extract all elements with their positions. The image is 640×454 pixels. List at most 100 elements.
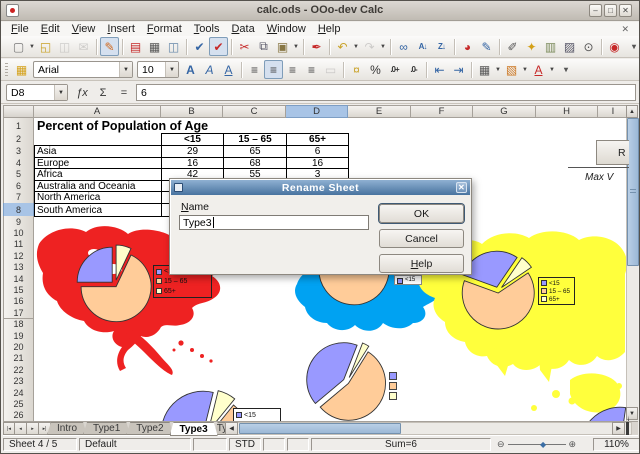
maximize-button[interactable]: □ bbox=[604, 4, 617, 17]
menu-tools[interactable]: Tools bbox=[188, 23, 226, 35]
menu-file[interactable]: File bbox=[5, 23, 35, 35]
increase-indent-icon[interactable]: ⇥ bbox=[449, 60, 468, 79]
copy-icon[interactable]: ⧉ bbox=[254, 37, 273, 56]
zoom-slider-track[interactable]: ◆ bbox=[508, 444, 566, 445]
underline-icon[interactable]: A bbox=[219, 60, 238, 79]
scroll-right-icon[interactable]: ▶ bbox=[612, 422, 625, 435]
toolbar-overflow-icon[interactable]: ▾ bbox=[556, 60, 575, 79]
chevron-down-icon[interactable]: ▼ bbox=[119, 62, 132, 77]
equals-icon[interactable]: = bbox=[115, 84, 133, 101]
menu-view[interactable]: View bbox=[66, 23, 102, 35]
menu-data[interactable]: Data bbox=[225, 23, 260, 35]
font-color-dropdown-icon[interactable]: ▼ bbox=[548, 67, 556, 73]
hyperlink-icon[interactable]: ∞ bbox=[394, 37, 413, 56]
insert-chart-icon[interactable]: ◕ bbox=[458, 37, 477, 56]
chevron-down-icon[interactable]: ▼ bbox=[54, 85, 67, 100]
new-document-dropdown-icon[interactable]: ▼ bbox=[28, 44, 36, 50]
align-right-icon[interactable]: ≡ bbox=[283, 60, 302, 79]
add-decimal-place-icon[interactable]: .0+ bbox=[385, 60, 404, 79]
scroll-left-icon[interactable]: ◀ bbox=[225, 422, 238, 435]
open-icon[interactable]: ◱ bbox=[36, 37, 55, 56]
function-wizard-icon[interactable]: ƒx bbox=[73, 84, 91, 101]
column-header-G[interactable]: G bbox=[473, 105, 536, 118]
italic-icon[interactable]: A bbox=[200, 60, 219, 79]
gallery-icon[interactable]: ▥ bbox=[541, 37, 560, 56]
previous-sheet-icon[interactable]: ◂ bbox=[15, 422, 27, 435]
auto-spellcheck-icon[interactable]: ✔ bbox=[209, 37, 228, 56]
menu-format[interactable]: Format bbox=[141, 23, 188, 35]
toolbar-grip[interactable] bbox=[5, 63, 8, 77]
column-header-B[interactable]: B bbox=[161, 105, 223, 118]
sheet-tab-type1[interactable]: Type1 bbox=[83, 422, 130, 435]
zoom-slider-thumb[interactable]: ◆ bbox=[540, 440, 546, 449]
column-header-C[interactable]: C bbox=[223, 105, 286, 118]
sum-icon[interactable]: Σ bbox=[94, 84, 112, 101]
print-icon[interactable]: ▦ bbox=[145, 37, 164, 56]
number-format-currency-icon[interactable]: ¤ bbox=[347, 60, 366, 79]
sheet-tab-intro[interactable]: Intro bbox=[47, 422, 87, 435]
column-header-H[interactable]: H bbox=[536, 105, 598, 118]
column-header-D[interactable]: D bbox=[286, 105, 348, 118]
background-color-dropdown-icon[interactable]: ▼ bbox=[521, 67, 529, 73]
edit-file-icon[interactable]: ✎ bbox=[100, 37, 119, 56]
decrease-indent-icon[interactable]: ⇤ bbox=[430, 60, 449, 79]
sheet-title-cell[interactable]: Percent of Population of Age bbox=[37, 119, 208, 133]
name-box[interactable]: D8 ▼ bbox=[6, 84, 68, 101]
row-header-1[interactable]: 1 bbox=[3, 118, 34, 134]
formula-input-line[interactable]: 6 bbox=[136, 84, 636, 101]
sheet-tab-type2[interactable]: Type2 bbox=[126, 422, 173, 435]
column-header-I[interactable]: I bbox=[598, 105, 629, 118]
show-draw-functions-icon[interactable]: ✎ bbox=[477, 37, 496, 56]
horizontal-scrollbar-thumb[interactable] bbox=[239, 423, 401, 434]
menu-window[interactable]: Window bbox=[261, 23, 312, 35]
split-handle[interactable] bbox=[626, 422, 629, 435]
zoom-slider[interactable]: ⊖ ◆ ⊕ bbox=[497, 438, 576, 451]
format-styles-icon[interactable]: ▦ bbox=[12, 60, 31, 79]
sheet-position-indicator[interactable]: Sheet 4 / 5 bbox=[3, 438, 77, 451]
minimize-button[interactable]: – bbox=[589, 4, 602, 17]
borders-icon[interactable]: ▦ bbox=[475, 60, 494, 79]
zoom-in-icon[interactable]: ⊕ bbox=[569, 439, 577, 450]
find-and-replace-icon[interactable]: ✐ bbox=[503, 37, 522, 56]
dialog-close-icon[interactable]: ✕ bbox=[456, 182, 467, 193]
zoom-out-icon[interactable]: ⊖ bbox=[497, 439, 505, 450]
number-format-percent-icon[interactable]: % bbox=[366, 60, 385, 79]
background-color-icon[interactable]: ▧ bbox=[502, 60, 521, 79]
row-header-8[interactable]: 8 bbox=[3, 203, 34, 217]
sort-ascending-icon[interactable]: A↓ bbox=[413, 37, 432, 56]
sheet-tab-type3[interactable]: Type3 bbox=[170, 422, 218, 436]
ok-button[interactable]: OK bbox=[379, 204, 464, 223]
paste-icon[interactable]: ▣ bbox=[273, 37, 292, 56]
spellcheck-icon[interactable]: ✔ bbox=[190, 37, 209, 56]
partial-button[interactable]: R bbox=[596, 140, 629, 165]
font-size-combo[interactable]: 10 ▼ bbox=[137, 61, 179, 78]
export-as-pdf-icon[interactable]: ▤ bbox=[126, 37, 145, 56]
close-button[interactable]: ✕ bbox=[619, 4, 632, 17]
sort-descending-icon[interactable]: Z↓ bbox=[432, 37, 451, 56]
borders-dropdown-icon[interactable]: ▼ bbox=[494, 67, 502, 73]
redo-dropdown-icon[interactable]: ▼ bbox=[379, 44, 387, 50]
align-justified-icon[interactable]: ≡ bbox=[302, 60, 321, 79]
column-header-A[interactable]: A bbox=[34, 105, 161, 118]
close-document-icon[interactable]: ✕ bbox=[621, 24, 635, 35]
paste-dropdown-icon[interactable]: ▼ bbox=[292, 44, 300, 50]
zoom-level-indicator[interactable]: 110% bbox=[593, 438, 640, 451]
undo-dropdown-icon[interactable]: ▼ bbox=[352, 44, 360, 50]
zoom-icon[interactable]: ⊙ bbox=[579, 37, 598, 56]
font-name-combo[interactable]: Arial ▼ bbox=[33, 61, 133, 78]
format-paintbrush-icon[interactable]: ✒ bbox=[307, 37, 326, 56]
menu-edit[interactable]: Edit bbox=[35, 23, 66, 35]
chevron-down-icon[interactable]: ▼ bbox=[165, 62, 178, 77]
page-preview-icon[interactable]: ◫ bbox=[164, 37, 183, 56]
dialog-title-bar[interactable]: Rename Sheet ✕ bbox=[171, 180, 470, 195]
table-row-label-cell[interactable]: South America bbox=[34, 203, 162, 217]
sheet-name-input[interactable]: Type3 bbox=[179, 215, 369, 230]
selection-sum-indicator[interactable]: Sum=6 bbox=[311, 438, 491, 451]
menu-insert[interactable]: Insert bbox=[101, 23, 141, 35]
data-sources-icon[interactable]: ▨ bbox=[560, 37, 579, 56]
column-header-F[interactable]: F bbox=[411, 105, 473, 118]
cancel-button[interactable]: Cancel bbox=[379, 229, 464, 248]
toolbar-overflow-icon[interactable]: ▾ bbox=[624, 37, 640, 56]
cut-icon[interactable]: ✂ bbox=[235, 37, 254, 56]
menu-help[interactable]: Help bbox=[312, 23, 347, 35]
